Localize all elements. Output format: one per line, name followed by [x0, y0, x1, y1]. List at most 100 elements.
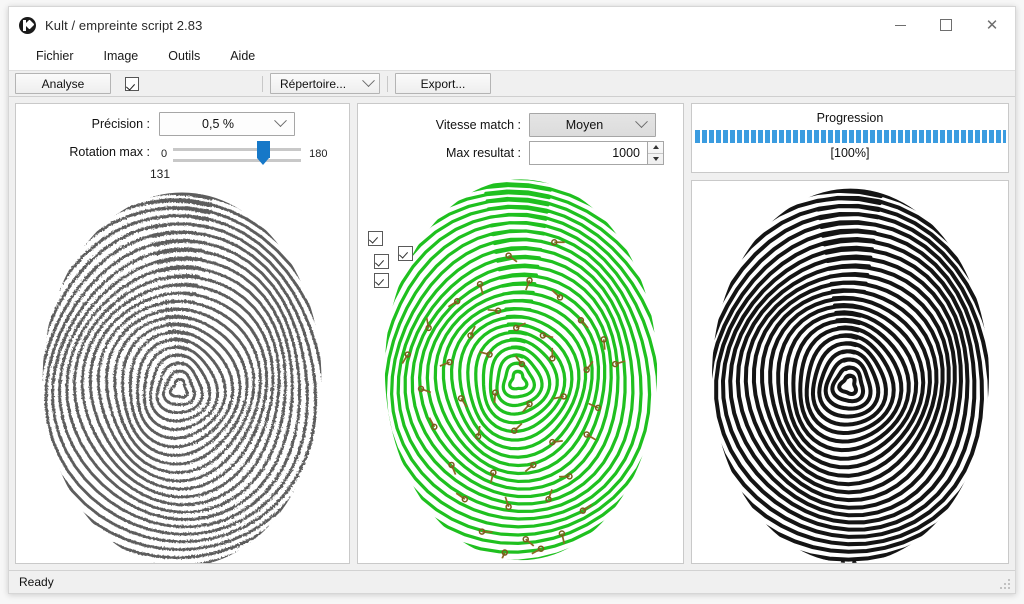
rotation-slider[interactable] [173, 141, 301, 163]
progress-chunk [898, 130, 903, 143]
window-title: Kult / empreinte script 2.83 [45, 18, 202, 33]
max-resultat-stepper[interactable] [648, 141, 664, 165]
toolbar-separator-2 [387, 76, 388, 92]
analyse-checkbox[interactable] [125, 77, 139, 91]
precision-dropdown[interactable]: 0,5 % [159, 112, 295, 136]
progression-percent: [100%] [692, 146, 1008, 160]
export-button[interactable]: Export... [395, 73, 491, 94]
chevron-down-icon [274, 114, 287, 127]
menu-item-fichier[interactable]: Fichier [23, 46, 87, 66]
progress-chunk [786, 130, 791, 143]
progress-chunk [702, 130, 707, 143]
progress-chunk [821, 130, 826, 143]
status-message: Ready [19, 575, 54, 589]
close-button[interactable]: ✕ [969, 7, 1015, 43]
progress-chunk [891, 130, 896, 143]
progress-chunk [863, 130, 868, 143]
app-logo-icon [19, 17, 36, 34]
analyse-button[interactable]: Analyse [15, 73, 111, 94]
progress-chunk [996, 130, 1001, 143]
status-bar: Ready [9, 570, 1015, 593]
progress-chunk [695, 130, 700, 143]
triangle-down-icon [653, 157, 659, 161]
progress-chunk [730, 130, 735, 143]
vitesse-match-value: Moyen [566, 118, 604, 132]
repertoire-dropdown-label: Répertoire... [280, 77, 346, 91]
maximize-icon [940, 19, 952, 31]
max-resultat-row: Max resultat : 1000 [358, 138, 683, 168]
menu-item-aide[interactable]: Aide [217, 46, 268, 66]
progress-chunk [905, 130, 910, 143]
progress-chunk [982, 130, 987, 143]
progress-chunk [870, 130, 875, 143]
minimize-button[interactable] [877, 7, 923, 43]
toolbar: Analyse Répertoire... Export... [9, 70, 1015, 97]
max-resultat-input[interactable]: 1000 [529, 141, 648, 165]
progress-chunk [737, 130, 742, 143]
toolbar-separator-1 [262, 76, 263, 92]
progress-chunk [1003, 130, 1006, 143]
progress-chunk [835, 130, 840, 143]
progress-chunk [828, 130, 833, 143]
minutiae-toggle-3[interactable] [374, 254, 389, 269]
source-image-panel: Précision : 0,5 % Rotation max : 0 180 [15, 103, 350, 564]
progress-chunk [709, 130, 714, 143]
progress-chunk [926, 130, 931, 143]
progress-chunk [884, 130, 889, 143]
fingerprint-black-icon [692, 181, 1008, 563]
max-resultat-label: Max resultat : [358, 146, 521, 160]
precision-value: 0,5 % [202, 117, 234, 131]
stepper-up-button[interactable] [648, 142, 663, 154]
progress-chunk [989, 130, 994, 143]
maximize-button[interactable] [923, 7, 969, 43]
progress-chunk [793, 130, 798, 143]
rotation-slider-thumb[interactable] [257, 141, 270, 158]
progress-chunk [919, 130, 924, 143]
rotation-max-label: 180 [309, 148, 327, 160]
progress-chunk [723, 130, 728, 143]
progress-chunk [751, 130, 756, 143]
triangle-up-icon [653, 145, 659, 149]
progress-chunk [856, 130, 861, 143]
menu-item-outils[interactable]: Outils [155, 46, 213, 66]
minutiae-toggle-4[interactable] [374, 273, 389, 288]
title-bar-left: Kult / empreinte script 2.83 [9, 17, 202, 34]
progress-chunk [716, 130, 721, 143]
progress-chunk [975, 130, 980, 143]
rotation-row: Rotation max : 0 180 [16, 137, 349, 167]
progress-chunk [814, 130, 819, 143]
menu-bar: Fichier Image Outils Aide [9, 43, 1015, 70]
stepper-down-button[interactable] [648, 154, 663, 165]
precision-row: Précision : 0,5 % [16, 111, 349, 137]
fingerprint-green-icon [358, 168, 683, 563]
minutiae-toggle-2[interactable] [398, 246, 413, 261]
progress-chunk [800, 130, 805, 143]
right-column: Progression [100%] [691, 103, 1009, 564]
application-window: Kult / empreinte script 2.83 ✕ Fichier I… [8, 6, 1016, 594]
minutiae-toggle-1[interactable] [368, 231, 383, 246]
menu-item-image[interactable]: Image [91, 46, 152, 66]
progress-chunk [877, 130, 882, 143]
window-controls: ✕ [877, 7, 1015, 43]
chevron-down-icon [362, 74, 375, 87]
match-fingerprint-image[interactable] [358, 168, 683, 563]
progress-chunk [912, 130, 917, 143]
rotation-min-label: 0 [161, 148, 167, 160]
source-fingerprint-image[interactable] [16, 181, 349, 563]
progress-chunk [765, 130, 770, 143]
progress-chunk [807, 130, 812, 143]
repertoire-dropdown[interactable]: Répertoire... [270, 73, 380, 94]
progress-chunk [947, 130, 952, 143]
resize-grip-icon[interactable] [1000, 579, 1012, 591]
progress-chunk [744, 130, 749, 143]
progress-chunk [758, 130, 763, 143]
progression-panel: Progression [100%] [691, 103, 1009, 173]
rotation-label: Rotation max : [16, 145, 150, 159]
reference-fingerprint-image[interactable] [691, 180, 1009, 564]
vitesse-row: Vitesse match : Moyen [358, 112, 683, 138]
rotation-slider-track-bottom [173, 159, 301, 162]
title-bar: Kult / empreinte script 2.83 ✕ [9, 7, 1015, 43]
vitesse-match-dropdown[interactable]: Moyen [529, 113, 656, 137]
progress-chunk [968, 130, 973, 143]
progress-chunk [940, 130, 945, 143]
